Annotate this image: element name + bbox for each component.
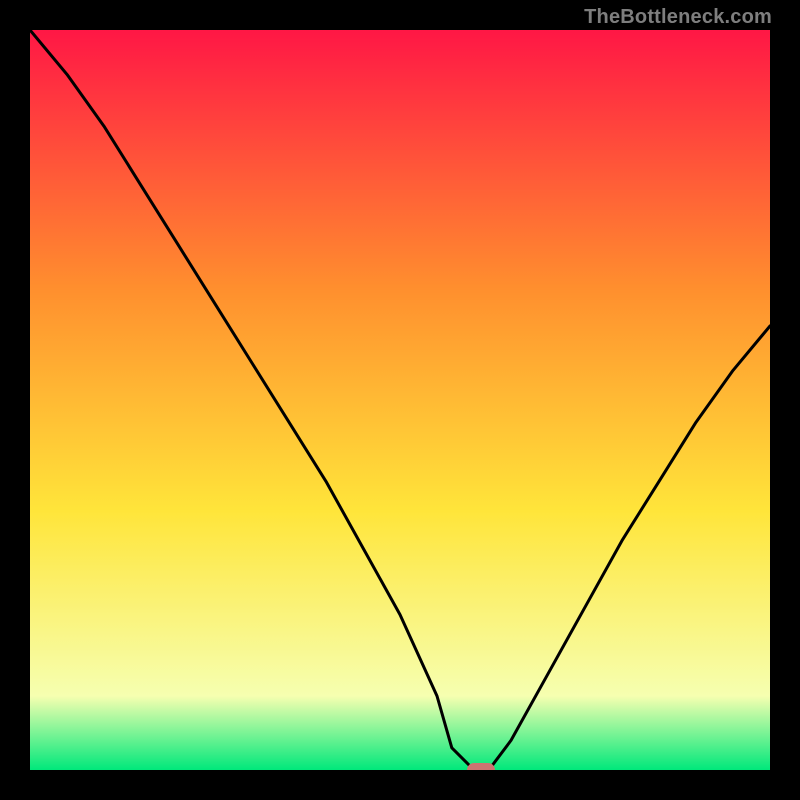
bottleneck-curve-path [30, 30, 770, 770]
plot-area [30, 30, 770, 770]
minimum-marker [467, 763, 495, 770]
chart-frame: TheBottleneck.com [0, 0, 800, 800]
curve-svg [30, 30, 770, 770]
watermark-label: TheBottleneck.com [584, 6, 772, 29]
